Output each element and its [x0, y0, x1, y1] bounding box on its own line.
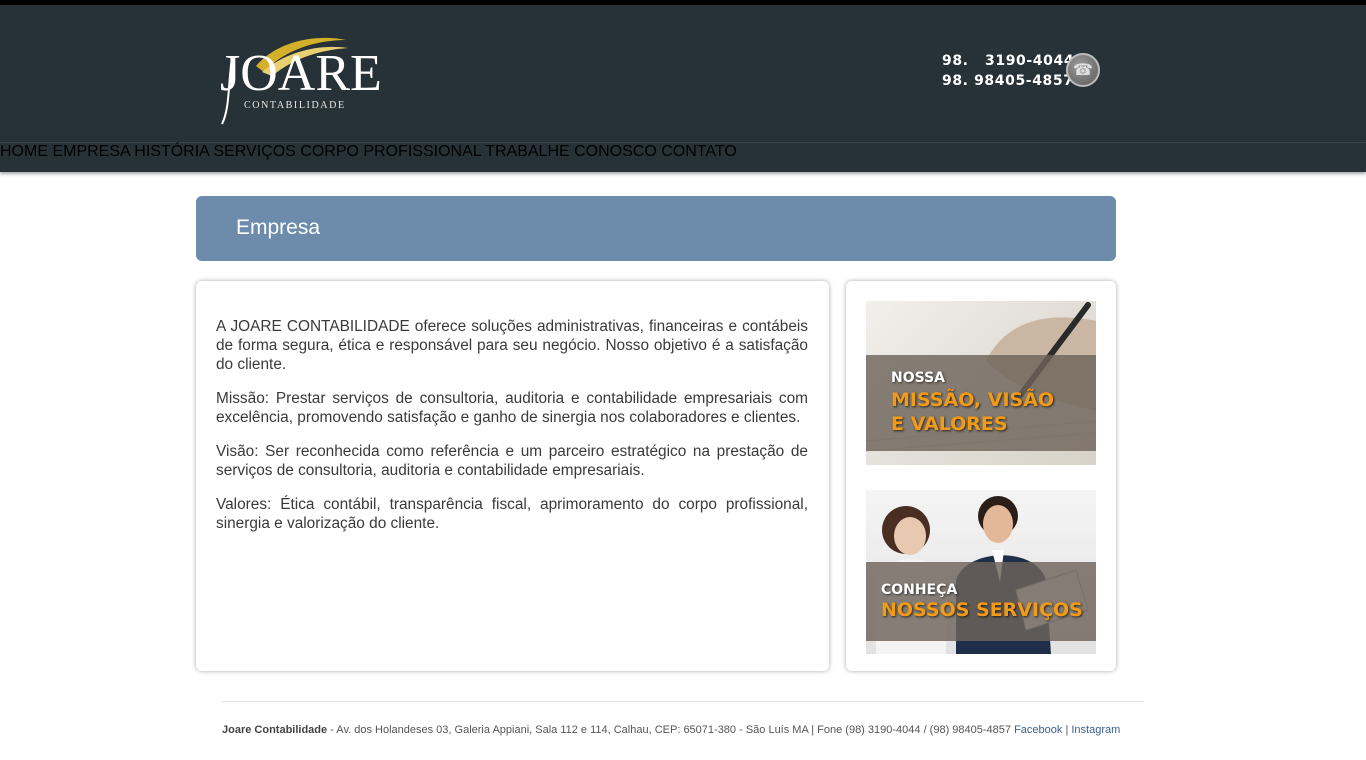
valores-paragraph: Valores: Ética contábil, transparência f… [216, 496, 808, 532]
banner2-small-text: CONHEÇA [881, 582, 958, 598]
page-title-bar: Empresa [196, 196, 1116, 261]
telephone-icon: ☎ [1066, 53, 1100, 87]
nav-corpo-profissional[interactable]: CORPO PROFISSIONAL [300, 143, 481, 160]
footer-company: Joare Contabilidade [222, 724, 328, 736]
nav-trabalhe-conosco[interactable]: TRABALHE CONOSCO [485, 143, 657, 160]
sidebar-panel: NOSSA MISSÃO, VISÃO E VALORES CONHEÇA NO… [846, 281, 1116, 671]
content-text: A JOARE CONTABILIDADE oferece soluções a… [216, 317, 808, 548]
banner1-line2: E VALORES [891, 413, 1008, 435]
banner2-line1: NOSSOS SERVIÇOS [881, 599, 1083, 621]
footer: Joare Contabilidade - Av. dos Holandeses… [222, 724, 1120, 736]
banner1-line1: MISSÃO, VISÃO [891, 389, 1055, 411]
banner1-small-text: NOSSA [891, 370, 945, 386]
nossos-servicos-banner[interactable]: CONHEÇA NOSSOS SERVIÇOS [866, 490, 1096, 654]
missao-visao-valores-banner[interactable]: NOSSA MISSÃO, VISÃO E VALORES [866, 301, 1096, 465]
logo-wordmark: JOARE [220, 45, 382, 102]
instagram-link[interactable]: Instagram [1071, 724, 1120, 736]
nav-home[interactable]: HOME [0, 143, 48, 160]
phone-number-2: 98. 98405-4857 [942, 73, 1074, 89]
nav-contato[interactable]: CONTATO [661, 143, 737, 160]
nav-historia[interactable]: HISTÓRIA [134, 143, 209, 160]
missao-paragraph: Missão: Prestar serviços de consultoria,… [216, 390, 808, 426]
page-title: Empresa [236, 216, 321, 239]
visao-paragraph: Visão: Ser reconhecida como referência e… [216, 443, 808, 479]
intro-paragraph: A JOARE CONTABILIDADE oferece soluções a… [216, 318, 808, 373]
nav-servicos[interactable]: SERVIÇOS [213, 143, 295, 160]
site-header [0, 5, 1366, 142]
content-panel: A JOARE CONTABILIDADE oferece soluções a… [196, 281, 829, 671]
phone-number-1: 98. 3190-4044 [942, 53, 1075, 69]
footer-divider [222, 701, 1144, 702]
phone-numbers: 98. 3190-4044 98. 98405-4857 [942, 51, 1075, 91]
facebook-link[interactable]: Facebook [1014, 724, 1062, 736]
footer-address: - Av. dos Holandeses 03, Galeria Appiani… [327, 724, 1015, 736]
logo-subtitle: CONTABILIDADE [244, 100, 346, 111]
main-nav: HOME EMPRESA HISTÓRIA SERVIÇOS CORPO PRO… [0, 142, 1366, 172]
logo[interactable]: JOARE CONTABILIDADE [218, 28, 390, 126]
nav-empresa[interactable]: EMPRESA [52, 143, 129, 160]
